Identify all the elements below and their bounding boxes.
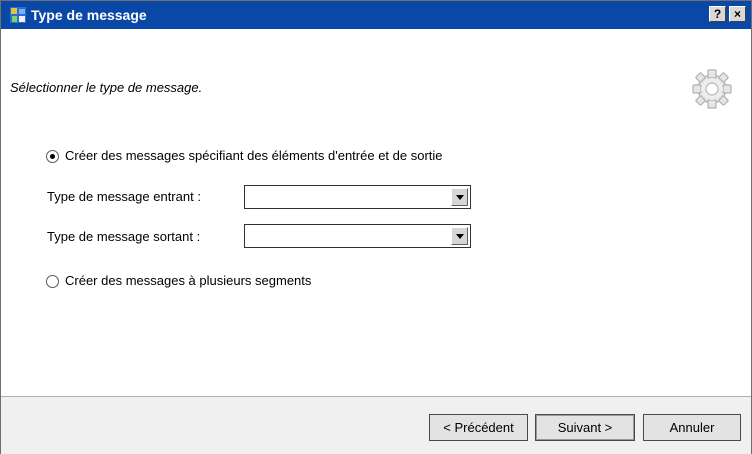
output-type-label: Type de message sortant : (47, 229, 201, 244)
app-icon (10, 7, 26, 23)
io-messages-radio[interactable] (46, 150, 59, 164)
cancel-button[interactable]: Annuler (643, 414, 741, 441)
input-type-label: Type de message entrant : (47, 189, 201, 204)
multi-segment-label: Créer des messages à plusieurs segments (65, 273, 312, 288)
close-button[interactable]: × (729, 6, 746, 22)
chevron-down-icon[interactable] (451, 188, 468, 206)
title-bar[interactable]: Type de message ? × (1, 1, 751, 29)
button-bar: < Précédent Suivant > Annuler (1, 396, 751, 454)
next-button[interactable]: Suivant > (535, 414, 635, 441)
window-title: Type de message (31, 7, 147, 23)
help-button[interactable]: ? (709, 6, 726, 22)
help-icon: ? (713, 7, 722, 21)
output-type-select[interactable] (244, 224, 471, 248)
chevron-down-icon[interactable] (451, 227, 468, 245)
page-subtitle: Sélectionner le type de message. (10, 80, 203, 95)
wizard-content: Créer des messages spécifiant des élémen… (1, 114, 751, 396)
wizard-header: Sélectionner le type de message. (1, 29, 751, 115)
close-icon: × (733, 7, 741, 21)
gear-icon (692, 69, 732, 109)
io-messages-option[interactable]: Créer des messages spécifiant des élémen… (46, 147, 443, 165)
previous-button[interactable]: < Précédent (429, 414, 528, 441)
multi-segment-radio[interactable] (46, 275, 59, 289)
multi-segment-option[interactable]: Créer des messages à plusieurs segments (46, 272, 311, 290)
io-messages-label: Créer des messages spécifiant des élémen… (65, 148, 443, 163)
dialog-window: Type de message ? × Sélectionner le type… (0, 0, 752, 454)
input-type-select[interactable] (244, 185, 471, 209)
